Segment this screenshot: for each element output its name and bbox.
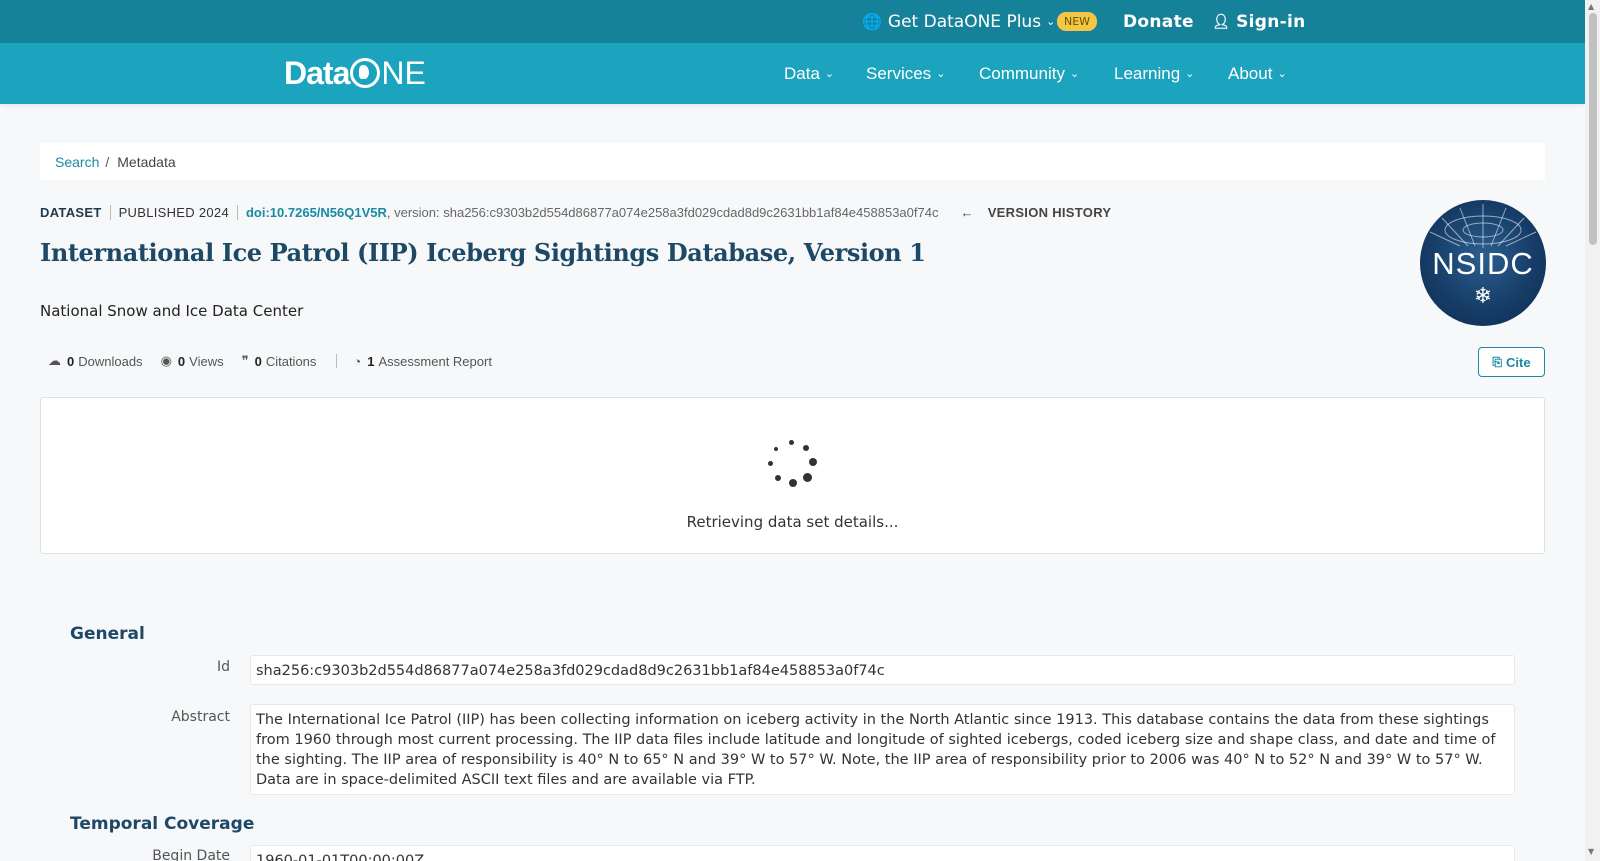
nav-services-label: Services (866, 63, 932, 83)
scroll-up-icon[interactable]: ▲ (1588, 2, 1594, 11)
gauge-icon: ◔ (353, 353, 362, 369)
nav-data-label: Data (784, 63, 820, 83)
sign-in-link[interactable]: 👤︎ Sign-in (1212, 0, 1306, 43)
eye-icon: ◉ (160, 353, 172, 368)
doi-link[interactable]: doi:10.7265/N56Q1V5R (246, 205, 387, 220)
cite-button[interactable]: ⎘ Cite (1478, 347, 1545, 377)
new-badge-label: NEW (1057, 12, 1098, 31)
loading-panel: Retrieving data set details... (40, 397, 1545, 554)
id-value: sha256:c9303b2d554d86877a074e258a3fd029c… (250, 655, 1515, 685)
abstract-value: The International Ice Patrol (IIP) has b… (250, 704, 1515, 795)
breadcrumb: Search / Metadata (40, 143, 1545, 180)
breadcrumb-search-link[interactable]: Search (55, 154, 99, 170)
cloud-download-icon: ☁︎ (48, 353, 61, 368)
chevron-down-icon: ⌄ (824, 68, 835, 80)
nav-community[interactable]: Community ⌄ (979, 43, 1079, 104)
chevron-down-icon: ⌄ (1069, 68, 1080, 80)
logo-globe-icon (350, 58, 381, 88)
logo-data-text: Data (284, 54, 350, 91)
version-history-label: VERSION HISTORY (987, 204, 1112, 220)
nav-services[interactable]: Services ⌄ (866, 43, 945, 104)
loading-text: Retrieving data set details... (686, 513, 899, 531)
nsidc-logo-text: NSIDC (1432, 246, 1534, 281)
views-count: 0 (177, 353, 186, 369)
logo-ne-text: NE (381, 54, 426, 91)
nsidc-logo: NSIDC ❄︎ (1420, 200, 1546, 326)
dataset-stats: ☁︎ 0 Downloads ◉ 0 Views ❞ 0 Citations ◔… (48, 351, 510, 371)
chevron-down-icon: ⌄ (1046, 15, 1056, 28)
quote-icon: ❞ (241, 353, 249, 368)
dataset-type-label: DATASET (40, 204, 102, 220)
nav-community-label: Community (979, 63, 1065, 83)
nav-about[interactable]: About ⌄ (1228, 43, 1287, 104)
dataset-organization: National Snow and Ice Data Center (40, 302, 304, 320)
nav-learning[interactable]: Learning ⌄ (1114, 43, 1194, 104)
citations-label: Citations (265, 353, 317, 369)
citations-count: 0 (254, 353, 262, 369)
downloads-stat: ☁︎ 0 Downloads (48, 353, 143, 369)
get-dataone-plus-menu[interactable]: 🌐 Get DataONE Plus ⌄ (862, 0, 1055, 43)
downloads-label: Downloads (78, 353, 143, 369)
chevron-down-icon: ⌄ (1277, 68, 1287, 80)
nav-about-label: About (1228, 63, 1273, 83)
assessment-label: Assessment Report (378, 353, 492, 369)
begin-date-label: Begin Date (152, 848, 230, 861)
dataset-title: International Ice Patrol (IIP) Iceberg S… (40, 238, 926, 267)
dataset-meta-row: DATASET PUBLISHED 2024 doi:10.7265/N56Q1… (40, 202, 1111, 222)
version-history-link[interactable]: ← VERSION HISTORY (960, 205, 1111, 220)
views-label: Views (189, 353, 224, 369)
copy-icon: ⎘ (1492, 354, 1503, 369)
downloads-count: 0 (67, 353, 75, 369)
chevron-down-icon: ⌄ (1185, 68, 1195, 80)
page-scrollbar[interactable]: ▲ ▼ (1585, 0, 1600, 861)
general-heading: General (70, 624, 145, 644)
scroll-down-icon[interactable]: ▼ (1588, 847, 1594, 856)
chevron-down-icon: ⌄ (936, 68, 946, 80)
top-utility-bar: 🌐 Get DataONE Plus ⌄ NEW Donate 👤︎ Sign-… (0, 0, 1585, 43)
snowflake-icon: ❄︎ (1473, 284, 1493, 309)
id-label: Id (216, 659, 230, 675)
nav-learning-label: Learning (1114, 63, 1181, 83)
assessment-report-link[interactable]: ◔ 1 Assessment Report (353, 354, 492, 369)
arrow-left-icon: ← (960, 204, 974, 220)
spinner-icon (765, 440, 817, 492)
cite-label: Cite (1506, 354, 1531, 370)
globe-icon: 🌐 (862, 12, 882, 31)
main-navbar: Data NE Data ⌄ Services ⌄ Community ⌄ Le… (0, 43, 1585, 104)
scrollbar-thumb[interactable] (1589, 13, 1597, 245)
temporal-coverage-heading: Temporal Coverage (70, 814, 255, 834)
published-label: PUBLISHED 2024 (118, 204, 229, 220)
breadcrumb-current: Metadata (117, 153, 176, 170)
user-icon: 👤︎ (1212, 13, 1231, 30)
citations-stat: ❞ 0 Citations (242, 353, 317, 369)
donate-link[interactable]: Donate (1123, 0, 1194, 43)
nav-data[interactable]: Data ⌄ (784, 43, 834, 104)
divider (109, 204, 111, 220)
abstract-label: Abstract (171, 709, 230, 725)
version-text: , version: sha256:c9303b2d554d86877a074e… (386, 204, 939, 220)
get-dataone-plus-label: Get DataONE Plus (887, 11, 1042, 32)
divider (336, 354, 338, 368)
begin-date-value: 1960-01-01T00:00:00Z (250, 845, 1515, 861)
divider (236, 204, 238, 220)
views-stat: ◉ 0 Views (161, 353, 224, 369)
breadcrumb-separator: / (105, 153, 110, 170)
dataone-logo[interactable]: Data NE (284, 54, 426, 92)
assessment-count: 1 (367, 353, 375, 369)
new-badge: NEW (1057, 0, 1098, 43)
sign-in-label: Sign-in (1236, 11, 1306, 32)
